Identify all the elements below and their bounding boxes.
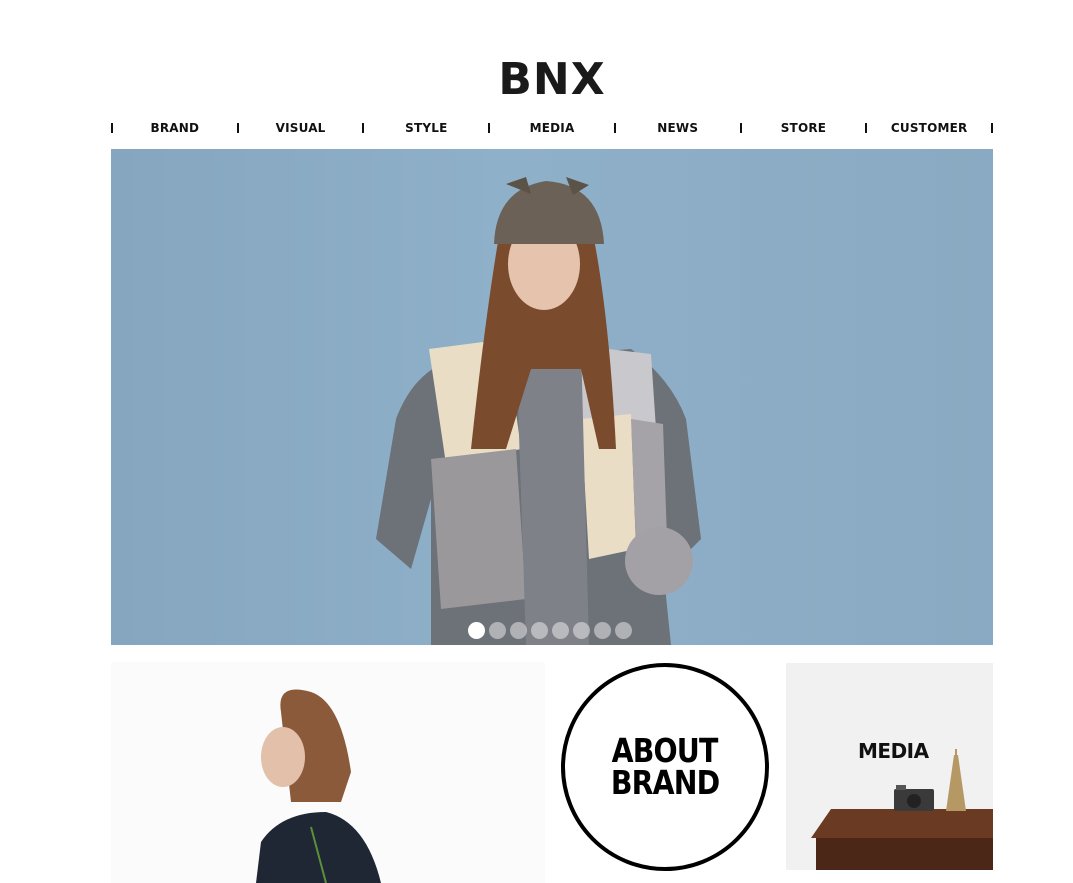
nav-divider [991,123,994,133]
slide-dot[interactable] [552,622,569,639]
brand-logo[interactable]: BNX [487,58,617,102]
slide-dot[interactable] [615,622,632,639]
media-tile[interactable]: MEDIA [786,663,993,870]
style-model-image [256,689,381,883]
slide-dot[interactable] [510,622,527,639]
slide-indicators [468,622,632,639]
nav-item-customer[interactable]: CUSTOMER [867,121,991,135]
slide-dot[interactable] [531,622,548,639]
about-brand-line2: BRAND [610,763,720,802]
nav-item-store[interactable]: STORE [742,121,866,135]
hero-slideshow[interactable] [111,149,993,645]
nav-item-brand[interactable]: BRAND [113,121,237,135]
slide-dot[interactable] [468,622,485,639]
nav-item-visual[interactable]: VISUAL [239,121,363,135]
nav-item-news[interactable]: NEWS [616,121,740,135]
main-nav: BRAND VISUAL STYLE MEDIA NEWS STORE CUST… [111,118,994,138]
slide-dot[interactable] [573,622,590,639]
style-tile[interactable] [111,662,545,883]
nav-item-media[interactable]: MEDIA [490,121,614,135]
slide-dot[interactable] [594,622,611,639]
slide-dot[interactable] [489,622,506,639]
hero-model-image [376,177,701,645]
media-tile-image [811,749,993,870]
about-brand-button[interactable]: ABOUT BRAND [561,663,769,871]
nav-item-style[interactable]: STYLE [364,121,488,135]
